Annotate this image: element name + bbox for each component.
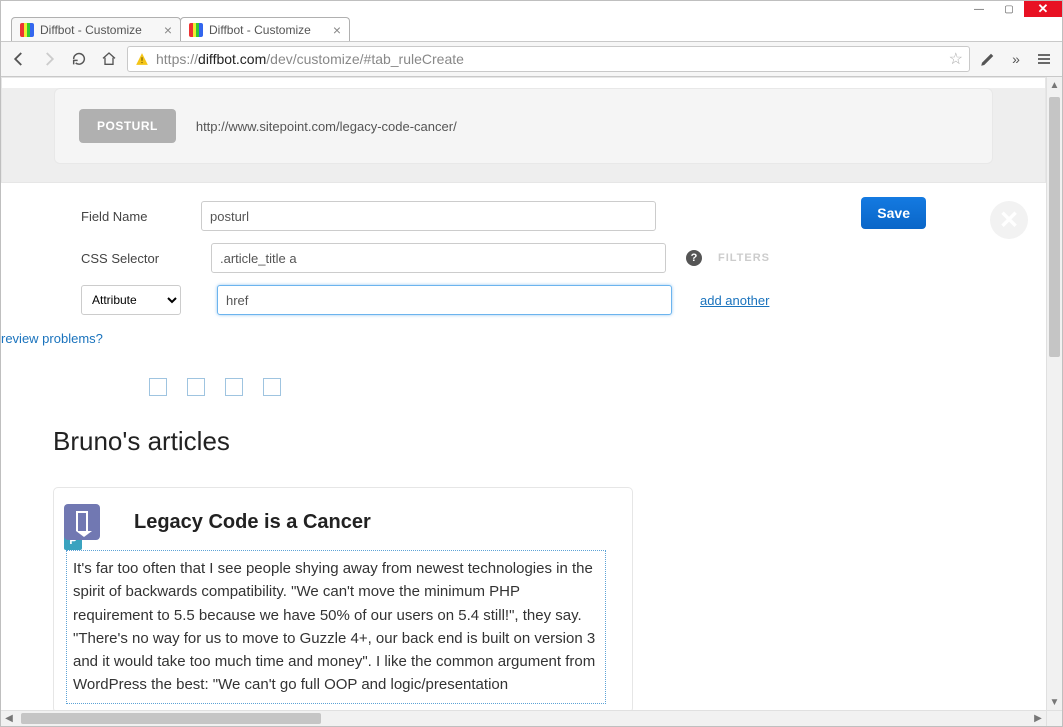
attribute-value-input[interactable] (217, 285, 672, 315)
preview-area: Bruno's articles P Legacy Code is a Canc… (1, 362, 1046, 710)
filters-label: FILTERS (718, 252, 770, 264)
add-another-link[interactable]: add another (700, 293, 769, 308)
os-window: — ▢ ✕ Diffbot - Customize × Diffbot - Cu… (0, 0, 1063, 727)
browser-tab-active[interactable]: Diffbot - Customize × (180, 17, 350, 41)
field-name-input[interactable] (201, 201, 656, 231)
placeholder-box (149, 378, 167, 396)
close-panel-button[interactable] (990, 201, 1028, 239)
diffbot-favicon-icon (20, 23, 34, 37)
scroll-left-icon[interactable]: ◀ (1, 711, 17, 726)
window-maximize-button[interactable]: ▢ (994, 1, 1024, 17)
url-path: /dev/customize/#tab_ruleCreate (266, 51, 464, 67)
tab-title: Diffbot - Customize (209, 23, 327, 37)
rule-header-panel: POSTURL http://www.sitepoint.com/legacy-… (2, 88, 1045, 182)
placeholder-box (187, 378, 205, 396)
bookmark-icon (64, 504, 100, 540)
scroll-down-icon[interactable]: ▼ (1047, 694, 1062, 710)
tab-title: Diffbot - Customize (40, 23, 158, 37)
os-titlebar: — ▢ ✕ (1, 1, 1062, 17)
reload-button[interactable] (67, 47, 91, 71)
home-icon (101, 51, 117, 67)
posturl-badge: POSTURL (79, 109, 176, 143)
review-problems-link[interactable]: review problems? (1, 331, 103, 346)
posturl-value: http://www.sitepoint.com/legacy-code-can… (196, 119, 457, 134)
overflow-button[interactable]: » (1004, 47, 1028, 71)
article-title[interactable]: Legacy Code is a Cancer (134, 511, 371, 534)
vertical-scrollbar[interactable]: ▲ ▼ (1046, 77, 1062, 710)
help-icon[interactable]: ? (686, 250, 702, 266)
css-selector-label: CSS Selector (81, 251, 201, 266)
save-button[interactable]: Save (861, 197, 926, 229)
forward-button[interactable] (37, 47, 61, 71)
posturl-box: POSTURL http://www.sitepoint.com/legacy-… (54, 88, 993, 164)
back-button[interactable] (7, 47, 31, 71)
placeholder-box (263, 378, 281, 396)
scroll-up-icon[interactable]: ▲ (1047, 77, 1062, 93)
scroll-right-icon[interactable]: ▶ (1030, 711, 1046, 726)
field-name-label: Field Name (81, 209, 201, 224)
page-content: POSTURL http://www.sitepoint.com/legacy-… (1, 77, 1046, 710)
attribute-select[interactable]: Attribute (81, 285, 181, 315)
scrollbar-thumb[interactable] (1049, 97, 1060, 357)
url-scheme: https:// (156, 51, 198, 67)
browser-tab-strip: Diffbot - Customize × Diffbot - Customiz… (1, 17, 1062, 41)
window-close-button[interactable]: ✕ (1024, 1, 1062, 17)
arrow-left-icon (10, 50, 28, 68)
article-body-highlighted[interactable]: It's far too often that I see people shy… (66, 550, 606, 704)
horizontal-scrollbar[interactable]: ◀ ▶ (1, 710, 1046, 726)
page-viewport: POSTURL http://www.sitepoint.com/legacy-… (1, 77, 1062, 726)
hamburger-icon (1036, 51, 1052, 67)
article-card: P Legacy Code is a Cancer It's far too o… (53, 487, 633, 710)
preview-heading: Bruno's articles (53, 426, 994, 457)
scroll-corner (1046, 710, 1062, 726)
tab-close-icon[interactable]: × (327, 22, 341, 38)
reload-icon (71, 51, 87, 67)
browser-toolbar: https://diffbot.com/dev/customize/#tab_r… (1, 41, 1062, 77)
security-warning-icon (134, 51, 150, 67)
placeholder-row (149, 378, 994, 396)
rule-form: Save Field Name CSS Selector ? FILTERS A… (1, 183, 1046, 362)
bookmark-star-icon[interactable]: ☆ (949, 49, 963, 69)
address-bar[interactable]: https://diffbot.com/dev/customize/#tab_r… (127, 46, 970, 72)
arrow-right-icon (40, 50, 58, 68)
css-selector-input[interactable] (211, 243, 666, 273)
scrollbar-thumb[interactable] (21, 713, 321, 724)
tab-close-icon[interactable]: × (158, 22, 172, 38)
placeholder-box (225, 378, 243, 396)
url-host: diffbot.com (198, 51, 266, 67)
diffbot-favicon-icon (189, 23, 203, 37)
menu-button[interactable] (1032, 47, 1056, 71)
window-minimize-button[interactable]: — (964, 1, 994, 17)
home-button[interactable] (97, 47, 121, 71)
pen-icon (979, 50, 997, 68)
extension-button[interactable] (976, 47, 1000, 71)
browser-tab[interactable]: Diffbot - Customize × (11, 17, 181, 41)
